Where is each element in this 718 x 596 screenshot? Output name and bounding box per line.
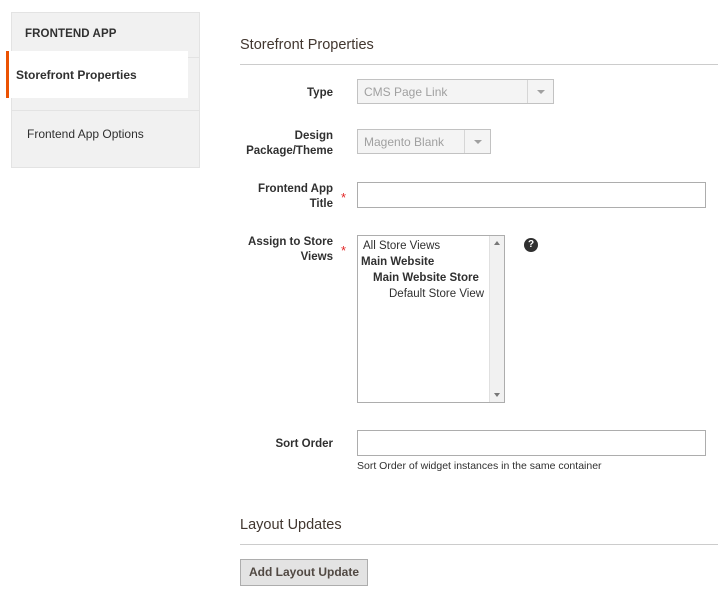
store-view-option[interactable]: All Store Views	[363, 240, 440, 252]
sort-order-label: Sort Order	[275, 438, 333, 450]
type-select-value: CMS Page Link	[364, 85, 448, 99]
chevron-down-icon	[537, 90, 545, 94]
sidebar-item-frontend-app-options[interactable]: Frontend App Options	[11, 110, 200, 166]
multiselect-scrollbar[interactable]	[489, 236, 504, 402]
store-views-multiselect[interactable]: All Store Views Main Website Main Websit…	[357, 235, 505, 403]
sidebar-item-storefront-properties[interactable]: Storefront Properties	[6, 51, 188, 98]
sort-order-input[interactable]	[357, 430, 706, 456]
chevron-down-icon	[474, 140, 482, 144]
theme-select-value: Magento Blank	[364, 135, 445, 149]
theme-label: Design Package/Theme	[246, 130, 333, 157]
required-marker: *	[341, 243, 347, 258]
scroll-up-arrow-icon[interactable]	[494, 241, 500, 245]
frontend-app-title-input[interactable]	[357, 182, 706, 208]
section-title-storefront: Storefront Properties	[240, 37, 374, 53]
section-divider	[240, 544, 718, 545]
store-view-option[interactable]: Default Store View	[389, 288, 484, 300]
store-view-option[interactable]: Main Website	[361, 256, 434, 268]
store-views-label: Assign to Store Views	[248, 236, 333, 263]
help-icon[interactable]: ?	[524, 238, 538, 252]
required-marker: *	[341, 190, 347, 205]
sort-order-note: Sort Order of widget instances in the sa…	[357, 460, 602, 472]
section-title-layout-updates: Layout Updates	[240, 517, 342, 533]
type-label: Type	[307, 87, 333, 99]
type-select[interactable]: CMS Page Link	[357, 79, 554, 104]
theme-select[interactable]: Magento Blank	[357, 129, 491, 154]
section-divider	[240, 64, 718, 65]
app-title-label: Frontend App Title	[258, 183, 333, 210]
scroll-down-arrow-icon[interactable]	[494, 393, 500, 397]
store-view-option[interactable]: Main Website Store	[373, 272, 479, 284]
add-layout-update-button[interactable]: Add Layout Update	[240, 559, 368, 586]
